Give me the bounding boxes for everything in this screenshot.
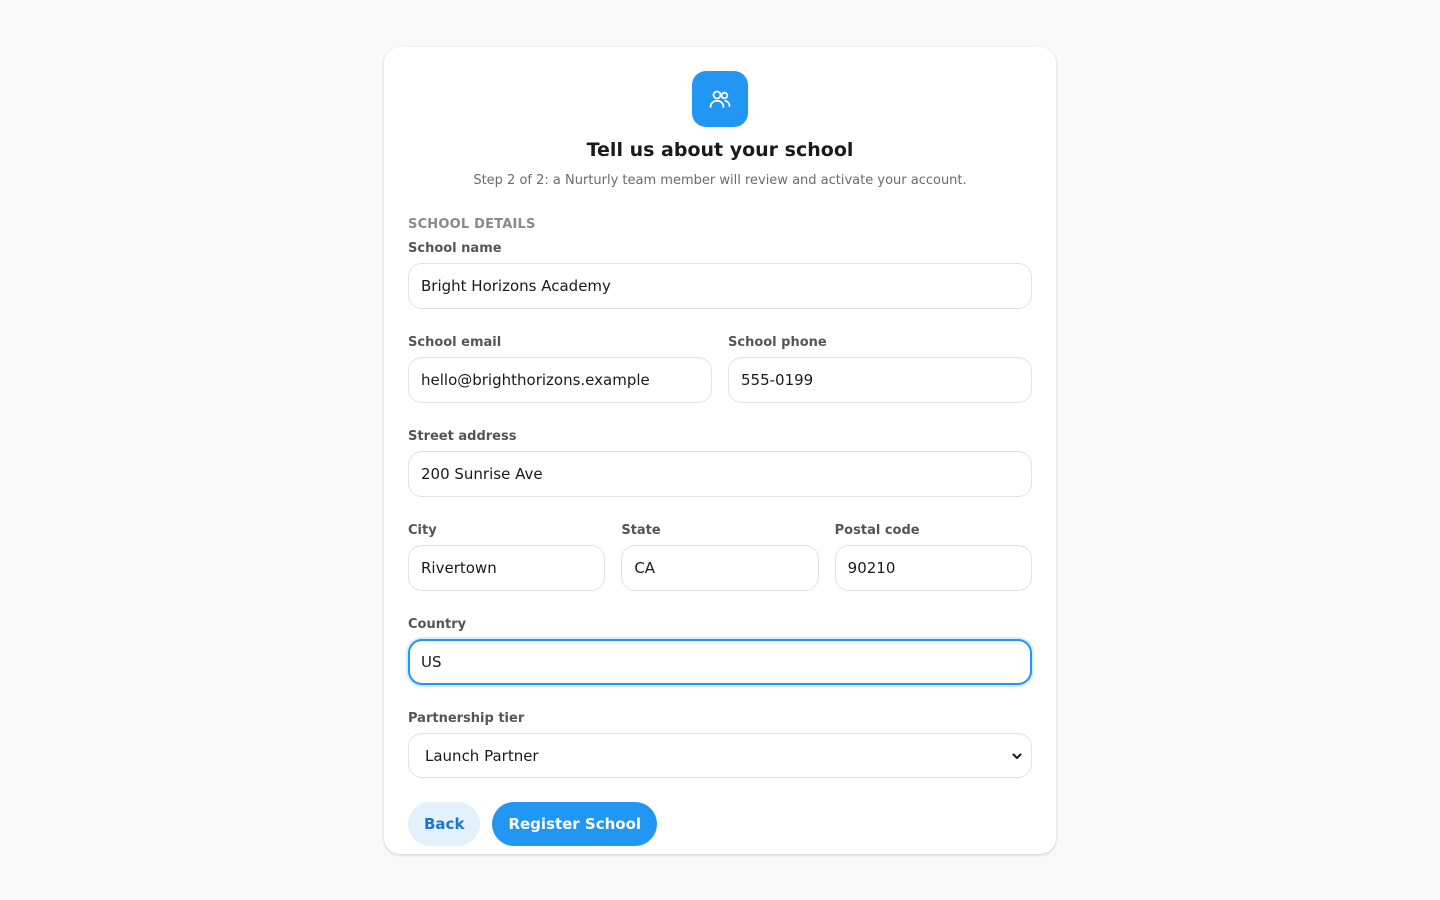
street-address-label: Street address [408,429,517,444]
school-name-group: School name [408,241,1032,309]
register-school-button[interactable]: Register School [492,802,658,846]
partnership-tier-select[interactable]: Launch Partner [408,733,1032,778]
chevron-down-icon [1012,753,1022,759]
page-subtitle: Step 2 of 2: a Nurturly team member will… [473,173,967,188]
city-input[interactable] [408,545,606,591]
page-title: Tell us about your school [586,139,854,161]
logo-badge [692,71,748,127]
form-actions: Back Register School [408,802,1032,846]
country-group: Country [408,617,1032,685]
street-address-input[interactable] [408,451,1032,497]
section-title: SCHOOL DETAILS [408,217,536,232]
users-icon [709,90,731,108]
back-button[interactable]: Back [408,802,481,846]
postal-code-input[interactable] [834,545,1032,591]
street-address-group: Street address [408,429,1032,497]
state-label: State [621,523,661,538]
postal-code-label: Postal code [834,523,920,538]
school-phone-label: School phone [728,335,827,350]
school-phone-input[interactable] [728,357,1032,403]
partnership-tier-value: Launch Partner [425,746,539,765]
school-name-input[interactable] [408,263,1032,309]
school-name-label: School name [408,241,502,256]
partnership-tier-group: Partnership tier Launch Partner [408,711,1032,778]
state-group: State [621,523,819,591]
school-phone-group: School phone [728,335,1032,403]
state-input[interactable] [621,545,819,591]
city-label: City [408,523,437,538]
country-label: Country [408,617,467,632]
contact-row: School email School phone [408,335,1032,403]
registration-card: Tell us about your school Step 2 of 2: a… [384,47,1056,854]
partnership-tier-label: Partnership tier [408,711,525,726]
postal-code-group: Postal code [834,523,1032,591]
school-email-input[interactable] [408,357,712,403]
school-email-group: School email [408,335,712,403]
school-email-label: School email [408,335,502,350]
city-group: City [408,523,606,591]
location-row: City State Postal code [408,523,1032,591]
country-input[interactable] [408,639,1032,685]
